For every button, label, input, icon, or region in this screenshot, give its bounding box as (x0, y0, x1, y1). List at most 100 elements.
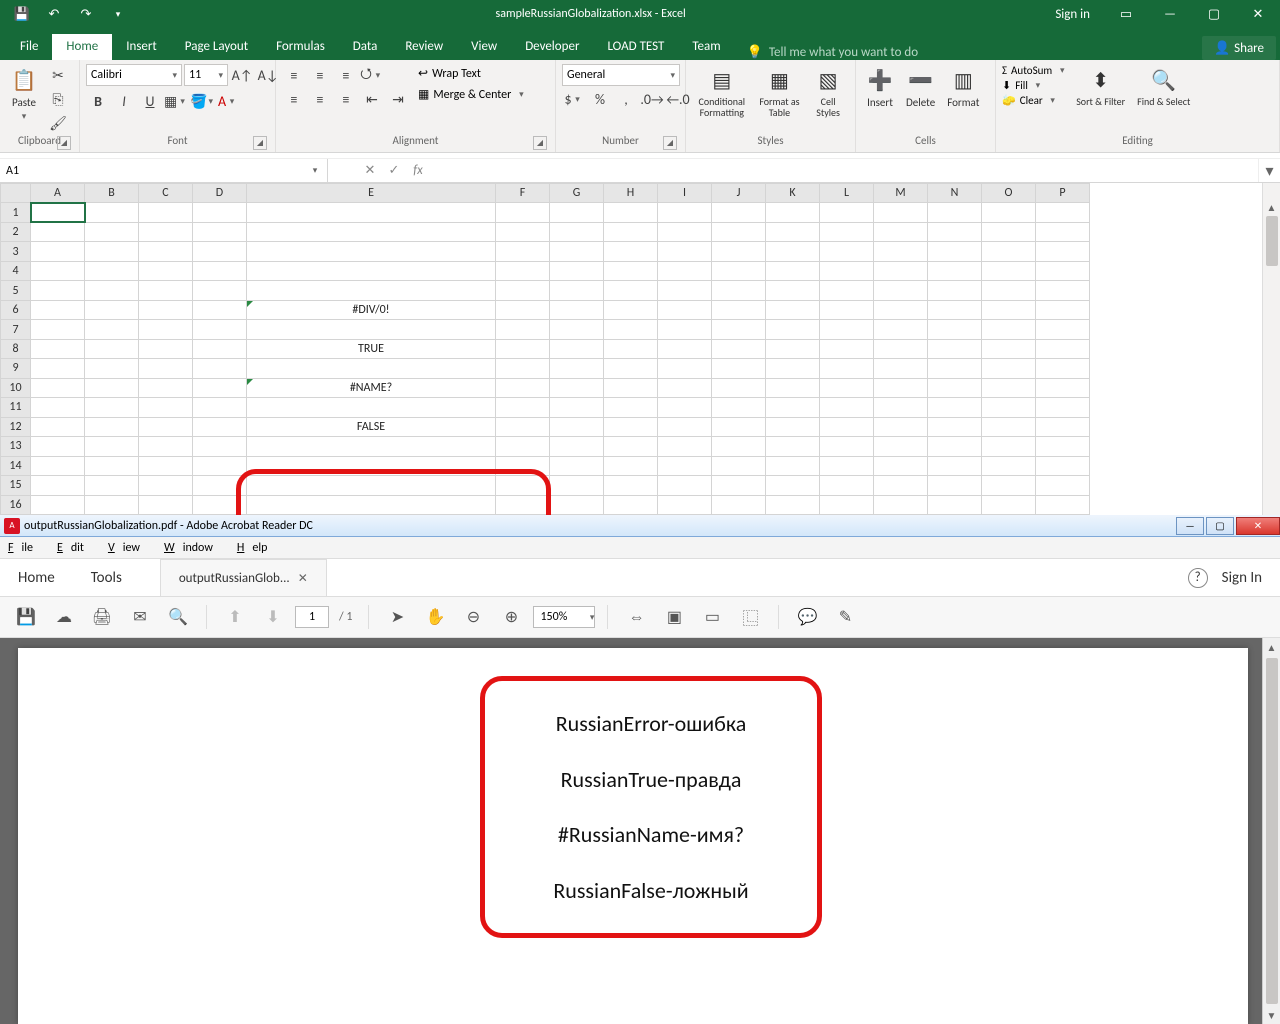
qat-customize-icon[interactable]: ▾ (104, 2, 132, 26)
cell[interactable] (139, 242, 193, 261)
sort-filter-button[interactable]: ⬍Sort & Filter (1072, 64, 1129, 109)
cell[interactable] (496, 320, 550, 339)
cell[interactable] (982, 222, 1036, 241)
cell[interactable] (874, 378, 928, 397)
cell[interactable] (820, 222, 874, 241)
autosum-button[interactable]: ΣAutoSum▾ (1002, 64, 1068, 77)
fill-color-button[interactable]: 🪣▾ (190, 90, 214, 112)
row-header[interactable]: 8 (1, 339, 31, 358)
cell[interactable] (85, 398, 139, 417)
cell[interactable] (193, 378, 247, 397)
tab-insert[interactable]: Insert (112, 34, 171, 60)
border-button[interactable]: ▦▾ (164, 90, 188, 112)
row-header[interactable]: 11 (1, 398, 31, 417)
cell[interactable] (928, 359, 982, 378)
formula-input[interactable] (430, 159, 1258, 182)
cell[interactable] (496, 437, 550, 456)
cell[interactable] (550, 339, 604, 358)
cell[interactable] (247, 476, 496, 495)
increase-indent-icon[interactable]: ⇥ (386, 88, 410, 110)
cell[interactable] (820, 203, 874, 222)
column-header[interactable]: K (766, 184, 820, 203)
undo-icon[interactable]: ↶ (40, 2, 68, 26)
select-all-corner[interactable] (1, 184, 31, 203)
format-as-table-button[interactable]: ▦Format as Table (754, 64, 806, 120)
cell[interactable] (604, 300, 658, 319)
acrobat-help-icon[interactable]: ? (1188, 568, 1208, 588)
acrobat-scroll-up-icon[interactable]: ▲ (1267, 638, 1277, 656)
row-header[interactable]: 4 (1, 261, 31, 280)
cell[interactable] (658, 437, 712, 456)
cell[interactable] (820, 476, 874, 495)
acrobat-close-icon[interactable]: ✕ (1236, 517, 1280, 535)
cell[interactable] (766, 300, 820, 319)
cell[interactable] (982, 203, 1036, 222)
cell[interactable] (766, 456, 820, 475)
menu-file[interactable]: File (0, 541, 49, 555)
cell[interactable] (31, 378, 85, 397)
format-cells-button[interactable]: ▥Format (943, 64, 983, 111)
cell[interactable] (550, 320, 604, 339)
acrobat-cloud-icon[interactable]: ☁ (48, 602, 80, 632)
scroll-up-icon[interactable]: ▲ (1267, 201, 1277, 214)
cell[interactable] (604, 242, 658, 261)
cell[interactable] (928, 242, 982, 261)
cell[interactable] (712, 242, 766, 261)
format-painter-icon[interactable]: 🖌 (46, 112, 70, 134)
wrap-text-button[interactable]: ↩Wrap Text (414, 64, 531, 83)
acrobat-minimize-icon[interactable]: — (1176, 517, 1204, 535)
cell[interactable] (550, 437, 604, 456)
cell[interactable] (604, 222, 658, 241)
cell[interactable] (193, 203, 247, 222)
row-header[interactable]: 2 (1, 222, 31, 241)
align-left-icon[interactable]: ≡ (282, 88, 306, 110)
cell[interactable] (1036, 203, 1090, 222)
cell-styles-button[interactable]: ▧Cell Styles (807, 64, 849, 120)
cell[interactable] (139, 222, 193, 241)
decrease-indent-icon[interactable]: ⇤ (360, 88, 384, 110)
cell[interactable] (928, 300, 982, 319)
column-header[interactable]: D (193, 184, 247, 203)
increase-font-icon[interactable]: A↑ (230, 64, 254, 86)
cell[interactable] (658, 300, 712, 319)
cell[interactable] (496, 203, 550, 222)
formula-cancel-icon[interactable]: ✕ (358, 159, 382, 182)
cell[interactable] (139, 456, 193, 475)
tab-home[interactable]: Home (52, 34, 112, 60)
tab-team[interactable]: Team (678, 34, 734, 60)
cell[interactable] (1036, 242, 1090, 261)
cell[interactable] (550, 398, 604, 417)
tab-developer[interactable]: Developer (511, 34, 593, 60)
cell[interactable] (604, 261, 658, 280)
share-button[interactable]: 👤 Share (1202, 36, 1276, 60)
acrobat-tab-close-icon[interactable]: ✕ (298, 571, 308, 586)
cell[interactable] (1036, 261, 1090, 280)
menu-help[interactable]: Help (229, 541, 284, 555)
number-format-combo[interactable]: General▾ (562, 64, 680, 86)
column-header[interactable]: I (658, 184, 712, 203)
cell[interactable] (874, 417, 928, 436)
cell[interactable] (766, 320, 820, 339)
bold-button[interactable]: B (86, 90, 110, 112)
cell[interactable] (31, 281, 85, 300)
cell[interactable] (31, 359, 85, 378)
cell[interactable] (247, 456, 496, 475)
cell[interactable] (247, 222, 496, 241)
font-size-combo[interactable]: 11▾ (184, 64, 228, 86)
cell[interactable] (31, 417, 85, 436)
tab-data[interactable]: Data (339, 34, 392, 60)
cell[interactable] (604, 359, 658, 378)
cell[interactable] (874, 456, 928, 475)
cell[interactable] (31, 476, 85, 495)
cell[interactable] (658, 320, 712, 339)
cell[interactable] (1036, 300, 1090, 319)
cell[interactable] (31, 242, 85, 261)
cell[interactable] (820, 378, 874, 397)
name-box[interactable]: A1 ▾ (0, 159, 328, 182)
cell[interactable] (928, 203, 982, 222)
cell[interactable] (496, 261, 550, 280)
cell[interactable] (874, 339, 928, 358)
cell[interactable] (712, 378, 766, 397)
cell[interactable] (496, 300, 550, 319)
cell[interactable] (550, 300, 604, 319)
